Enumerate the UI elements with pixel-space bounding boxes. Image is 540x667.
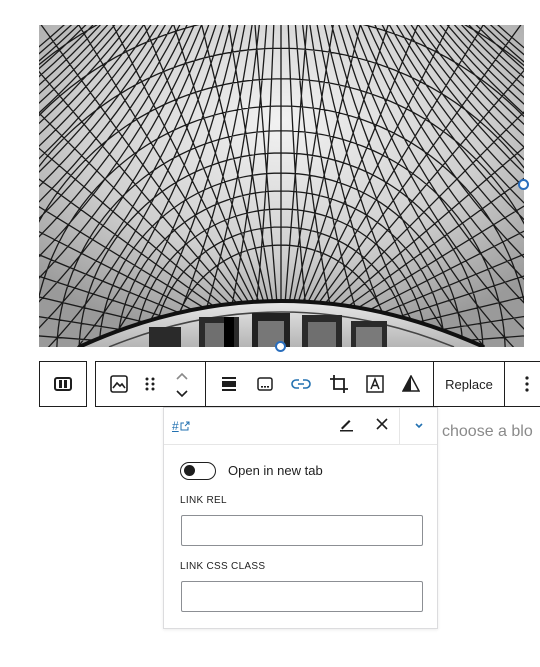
roof-photo xyxy=(39,25,524,347)
link-preview: # xyxy=(164,408,437,445)
link-rel-input[interactable] xyxy=(181,515,423,546)
columns-icon xyxy=(54,377,72,391)
text-over-image-button[interactable] xyxy=(360,362,390,406)
link-popover: # Open in new tab LINK REL LINK CSS CLAS… xyxy=(163,407,438,629)
resize-handle-right[interactable] xyxy=(518,179,529,190)
replace-label: Replace xyxy=(445,376,493,392)
toolbar-group-options xyxy=(504,361,540,407)
block-switcher-button[interactable] xyxy=(40,362,86,406)
caption-button[interactable] xyxy=(250,362,280,406)
move-down-button[interactable] xyxy=(170,384,194,404)
drag-handle-icon xyxy=(145,376,155,392)
more-vertical-icon xyxy=(525,376,529,392)
toolbar-group-tools xyxy=(205,361,434,407)
more-options-button[interactable] xyxy=(505,362,540,406)
image-block-button[interactable] xyxy=(102,362,136,406)
link-css-class-input[interactable] xyxy=(181,581,423,612)
open-new-tab-label: Open in new tab xyxy=(228,463,323,478)
drag-handle[interactable] xyxy=(138,362,162,406)
selected-image[interactable] xyxy=(39,25,524,347)
link-css-class-label: LINK CSS CLASS xyxy=(180,561,266,572)
link-rel-label: LINK REL xyxy=(180,495,227,506)
align-icon xyxy=(221,376,237,392)
block-toolbar: Replace xyxy=(39,361,540,407)
replace-button[interactable]: Replace xyxy=(434,362,504,406)
align-button[interactable] xyxy=(214,362,244,406)
chevron-up-icon xyxy=(175,371,189,381)
open-new-tab-toggle[interactable] xyxy=(180,462,216,480)
link-url[interactable]: # xyxy=(172,419,190,434)
header-divider xyxy=(399,408,400,444)
advanced-settings-toggle[interactable] xyxy=(409,416,429,436)
resize-handle-bottom[interactable] xyxy=(275,341,286,352)
text-over-image-icon xyxy=(366,375,384,393)
image-icon xyxy=(110,375,128,393)
remove-link-button[interactable] xyxy=(372,416,392,436)
link-icon xyxy=(291,378,311,390)
link-button[interactable] xyxy=(286,362,316,406)
crop-icon xyxy=(329,374,349,394)
external-link-icon xyxy=(180,420,190,434)
crop-button[interactable] xyxy=(324,362,354,406)
edit-link-button[interactable] xyxy=(336,416,356,436)
toolbar-group-parent xyxy=(39,361,87,407)
duotone-icon xyxy=(402,375,420,393)
chevron-down-icon xyxy=(175,389,189,399)
pencil-icon xyxy=(338,416,354,437)
close-icon xyxy=(375,417,389,436)
chevron-down-icon xyxy=(414,417,424,435)
toolbar-group-block xyxy=(95,361,206,407)
caption-icon xyxy=(257,376,273,392)
move-up-button[interactable] xyxy=(170,366,194,386)
toolbar-group-replace: Replace xyxy=(433,361,505,407)
block-appender-placeholder[interactable]: choose a blo xyxy=(442,423,533,441)
duotone-button[interactable] xyxy=(396,362,426,406)
toggle-knob xyxy=(184,465,195,476)
